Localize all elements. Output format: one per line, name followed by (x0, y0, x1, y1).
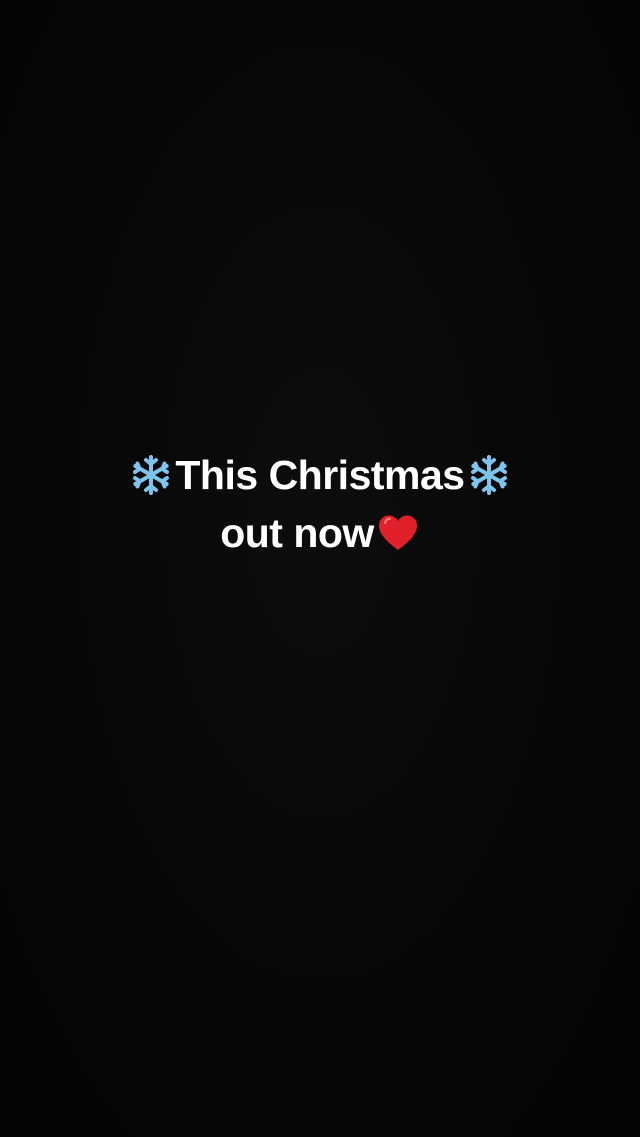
caption-title-text: This Christmas (175, 452, 465, 498)
caption-subtitle-text: out now (220, 510, 374, 556)
story-caption: This Christmas out now (0, 446, 640, 562)
snowflake-icon (470, 455, 507, 495)
snowflake-icon (133, 455, 170, 495)
caption-line-2: out now (0, 504, 640, 562)
red-heart-icon (378, 515, 417, 550)
story-canvas: This Christmas out now (0, 0, 640, 1137)
caption-line-1: This Christmas (0, 446, 640, 504)
